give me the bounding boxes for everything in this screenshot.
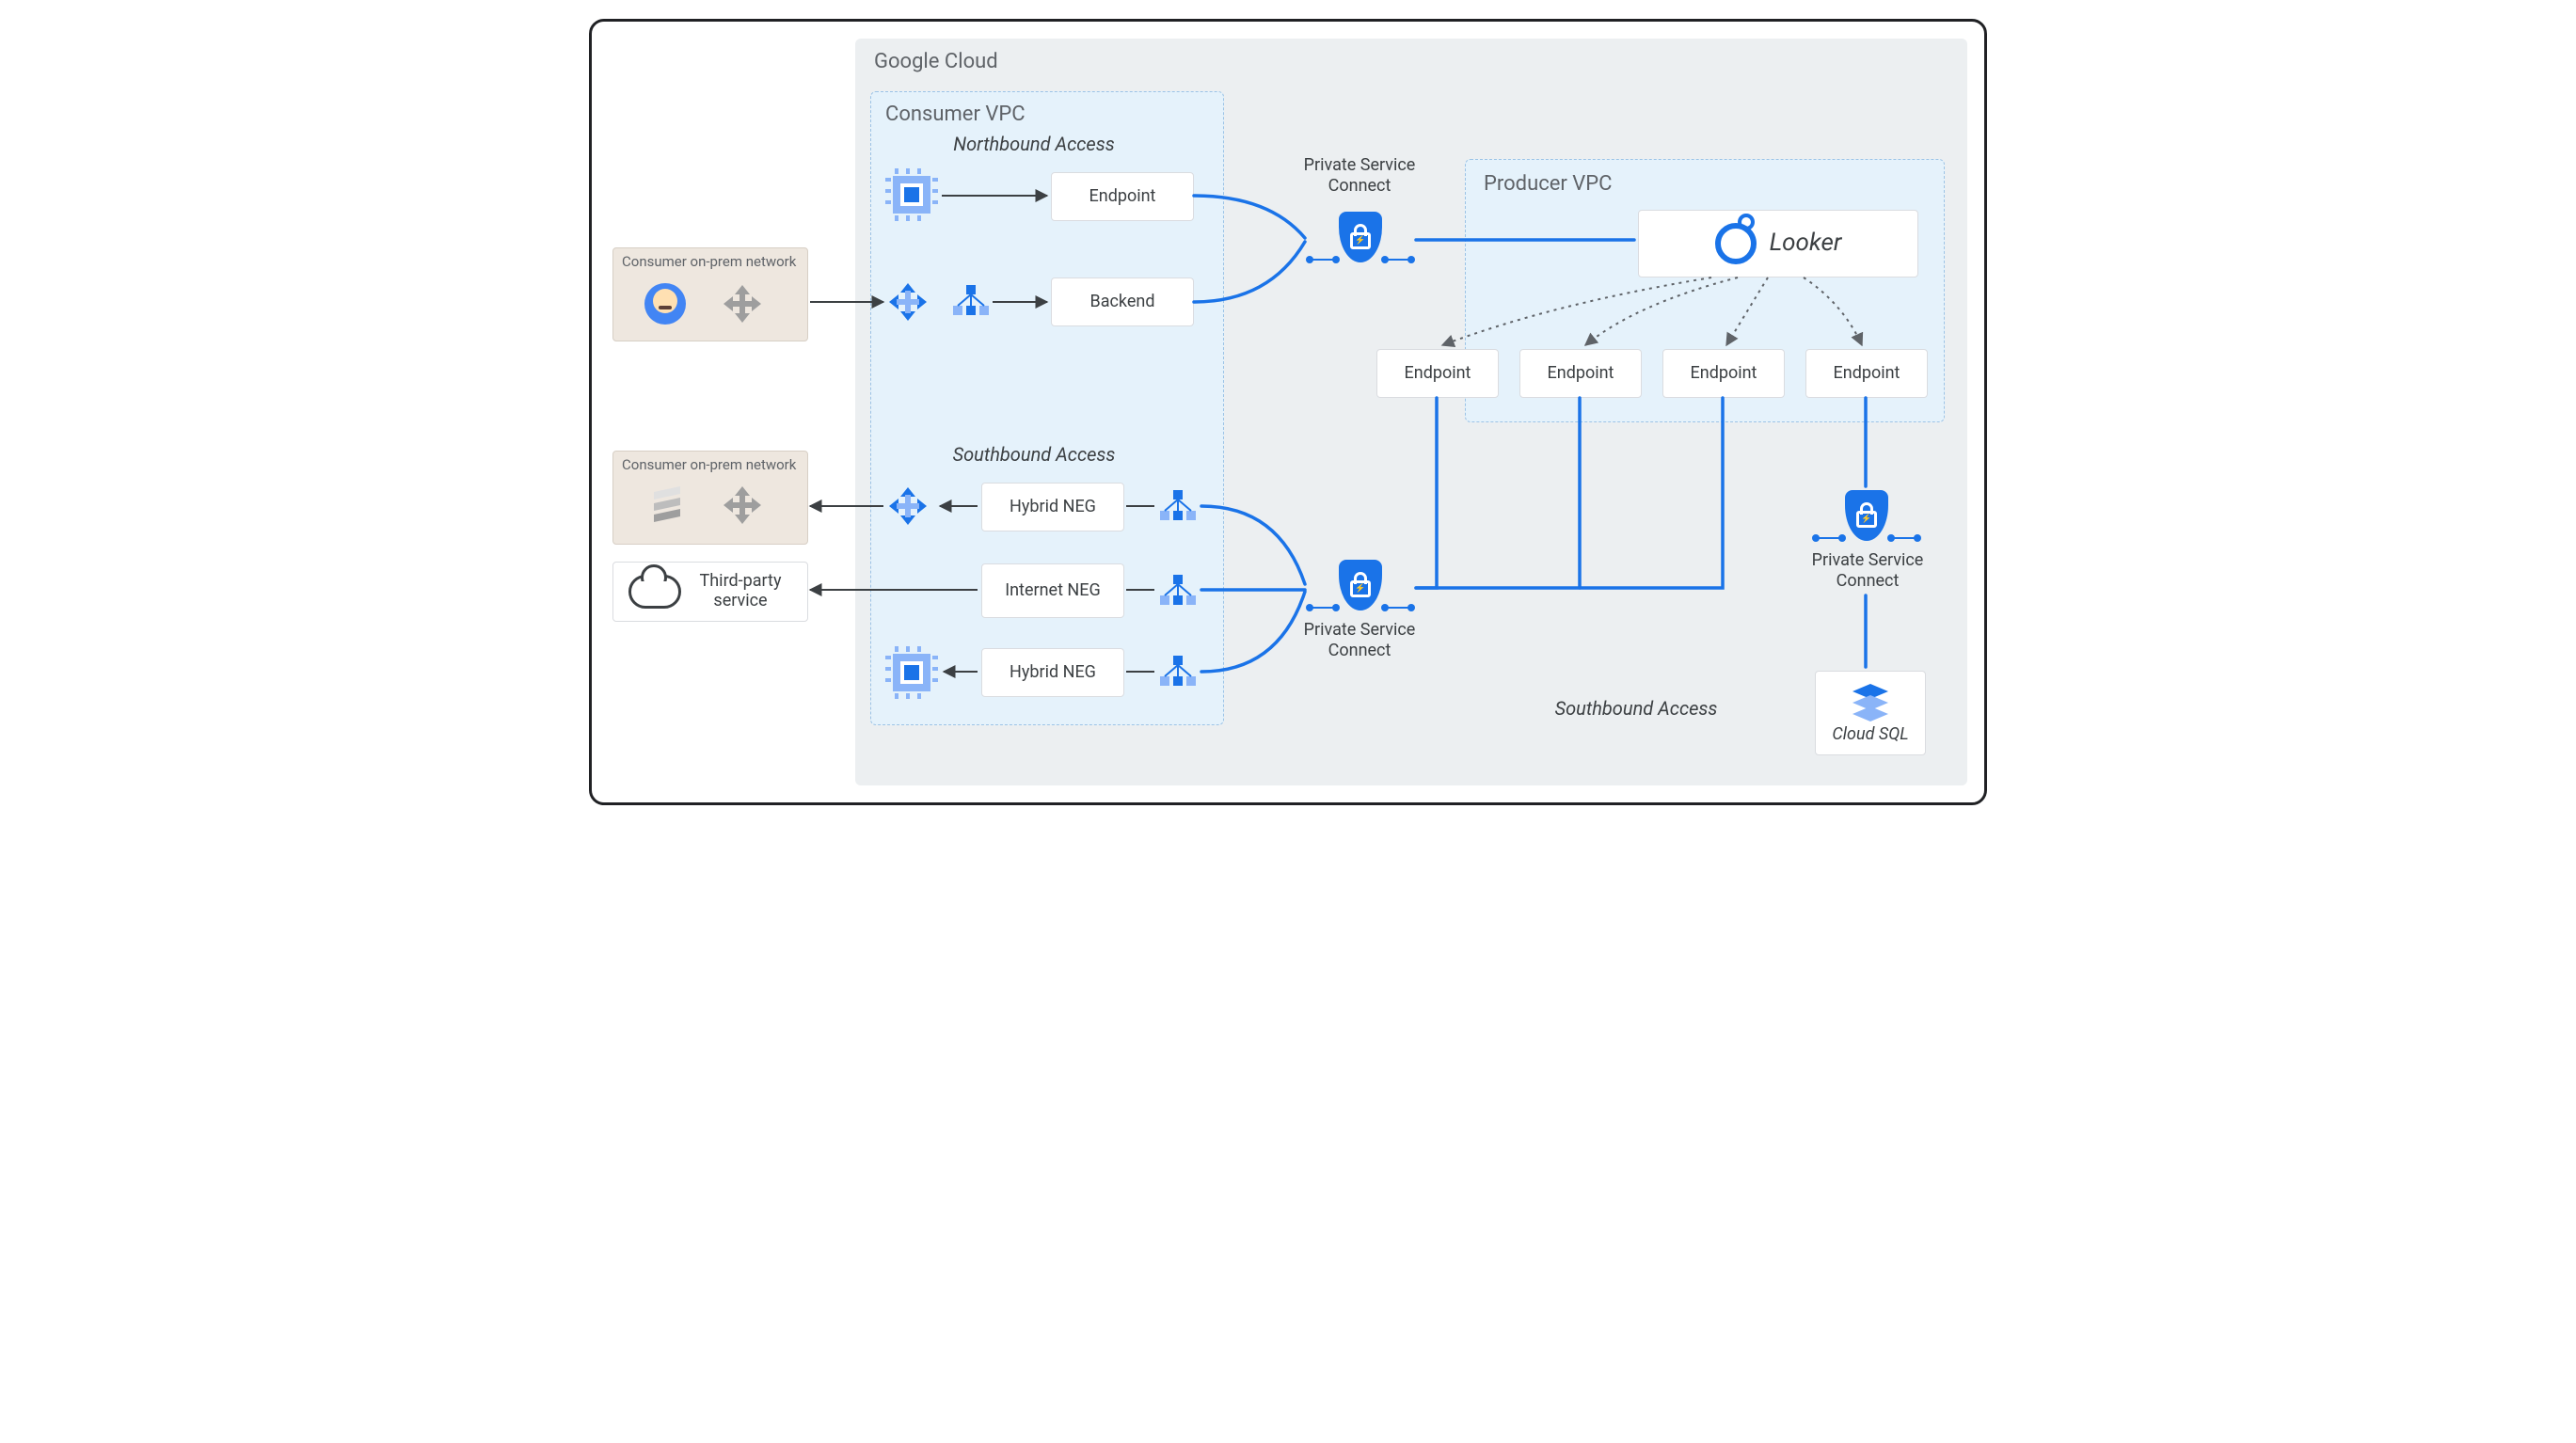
psc-label-bottom: Private Service Connect [1294,620,1425,660]
looker-node: Looker [1638,210,1918,278]
backend-node: Backend [1051,278,1194,326]
cloud-sql-label: Cloud SQL [1832,725,1908,745]
producer-endpoint-4: Endpoint [1805,349,1928,398]
router-icon-sb [887,485,929,527]
load-balancer-icon-sb2 [1160,575,1196,607]
producer-endpoint-3: Endpoint [1662,349,1785,398]
load-balancer-icon-sb1 [1160,490,1196,522]
load-balancer-icon-sb3 [1160,656,1196,688]
google-cloud-label: Google Cloud [874,50,998,73]
endpoint-northbound: Endpoint [1051,172,1194,221]
consumer-vpc-label: Consumer VPC [885,103,1026,126]
router-icon-consumer [887,281,929,323]
northbound-label: Northbound Access [940,133,1128,155]
internet-neg: Internet NEG [981,563,1124,618]
cloud-sql-icon [1849,682,1892,722]
server-icon [644,483,690,528]
router-icon-onprem1 [722,283,763,325]
cloud-sql-node: Cloud SQL [1815,671,1926,755]
southbound-right-label: Southbound Access [1542,697,1730,720]
producer-endpoint-1: Endpoint [1376,349,1499,398]
producer-vpc-label: Producer VPC [1484,172,1613,196]
compute-icon-nb [893,176,930,214]
third-party-label: Third-party service [689,572,792,610]
psc-label-top: Private Service Connect [1294,155,1425,196]
psc-label-right: Private Service Connect [1802,550,1933,591]
hybrid-neg-2: Hybrid NEG [981,648,1124,697]
cloud-outline-icon [628,575,681,609]
third-party-service: Third-party service [612,562,808,622]
looker-label: Looker [1770,230,1842,258]
psc-shield-right: ⚡ [1845,490,1888,541]
onprem-label-2: Consumer on-prem network [622,456,796,473]
user-avatar-icon [644,283,686,325]
looker-icon [1715,223,1757,264]
onprem-label-1: Consumer on-prem network [622,253,796,270]
router-icon-onprem2 [722,484,763,526]
psc-shield-bottom: ⚡ [1339,560,1382,610]
psc-shield-top: ⚡ [1339,212,1382,262]
compute-icon-sb [893,654,930,691]
producer-endpoint-2: Endpoint [1519,349,1642,398]
load-balancer-icon-nb [953,285,989,317]
southbound-left-label: Southbound Access [940,443,1128,466]
hybrid-neg-1: Hybrid NEG [981,483,1124,531]
